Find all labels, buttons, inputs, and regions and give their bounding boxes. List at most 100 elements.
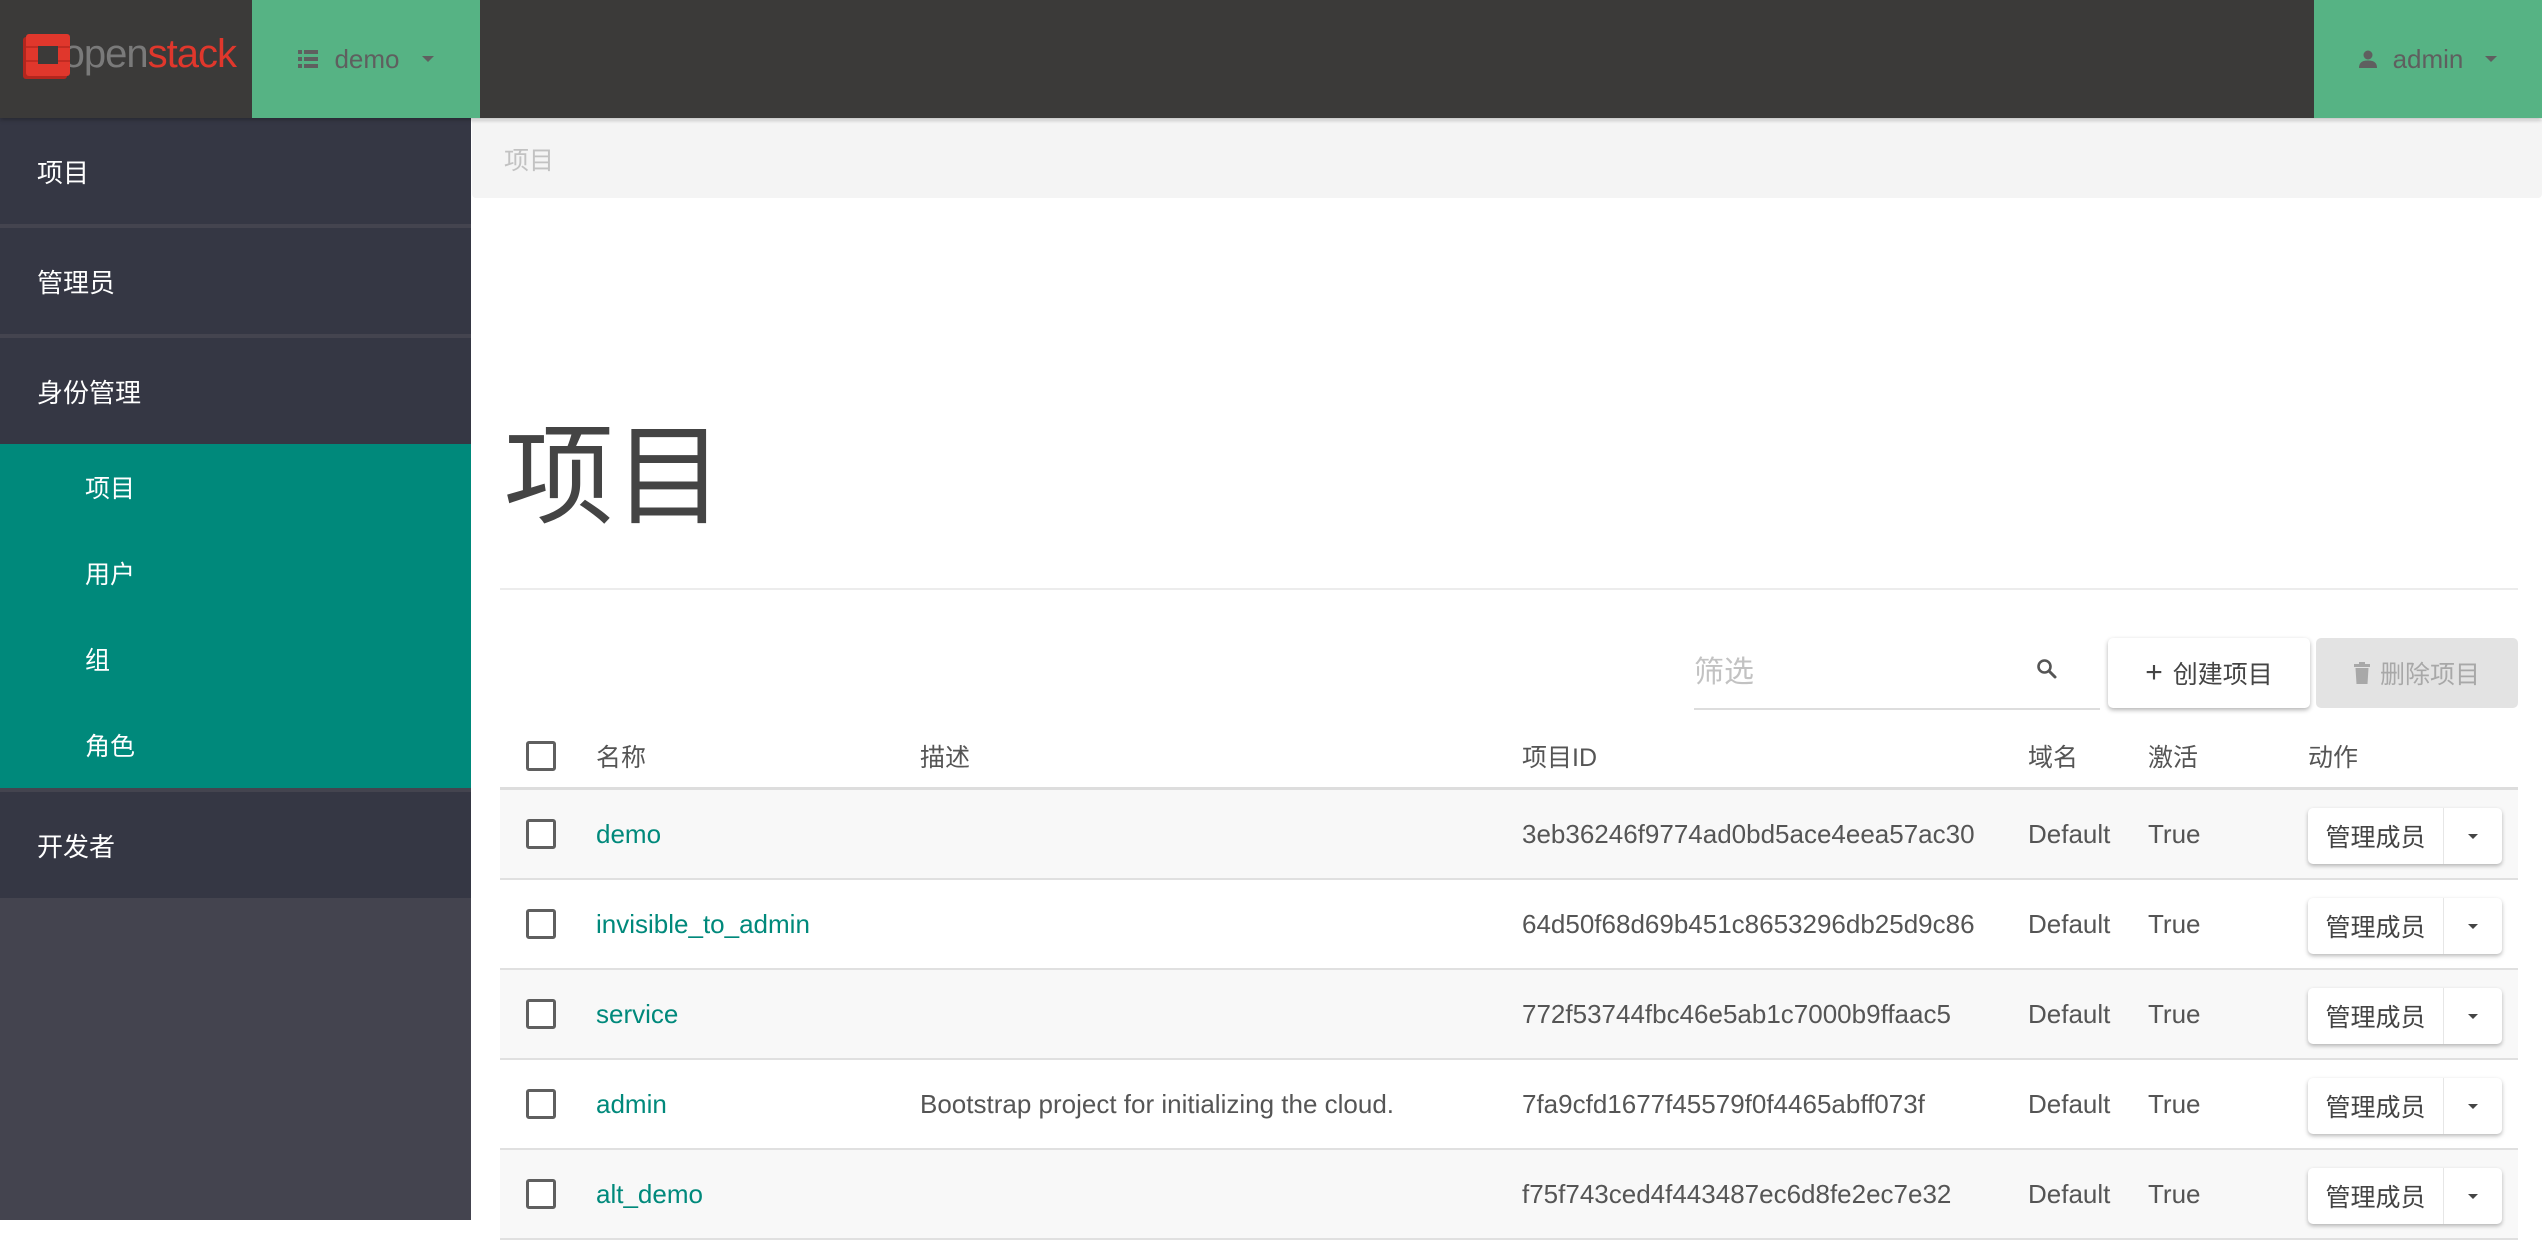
- projects-table: 名称 描述 项目ID 域名 激活 动作 demo 3eb36246f9774ad…: [500, 725, 2518, 1240]
- sidebar-subitem-roles[interactable]: 角色: [0, 702, 471, 788]
- project-domain: Default: [2028, 818, 2111, 849]
- table-row: invisible_to_admin 64d50f68d69b451c86532…: [500, 880, 2518, 970]
- table-row: service 772f53744fbc46e5ab1c7000b9ffaac5…: [500, 970, 2518, 1060]
- list-icon: [298, 50, 319, 68]
- user-menu-dropdown[interactable]: admin: [2314, 0, 2542, 118]
- delete-projects-button[interactable]: 删除项目: [2316, 638, 2518, 708]
- project-id: f75f743ced4f443487ec6d8fe2ec7e32: [1522, 1178, 1952, 1209]
- row-checkbox[interactable]: [526, 819, 556, 849]
- project-enabled: True: [2148, 998, 2201, 1029]
- openstack-logo-icon: [26, 32, 70, 76]
- caret-down-icon: [2468, 923, 2478, 929]
- sidebar-item-developer[interactable]: 开发者: [0, 792, 471, 898]
- title-divider: [500, 588, 2518, 590]
- project-selector-label: demo: [334, 43, 400, 74]
- project-id: 7fa9cfd1677f45579f0f4465abff073f: [1522, 1088, 1925, 1119]
- caret-down-icon: [2468, 833, 2478, 839]
- sidebar-item-project[interactable]: 项目: [0, 118, 471, 224]
- openstack-logo[interactable]: openstack: [26, 28, 237, 80]
- row-actions: 管理成员: [2308, 988, 2502, 1044]
- project-domain: Default: [2028, 1178, 2111, 1209]
- project-enabled: True: [2148, 1178, 2201, 1209]
- project-name-link[interactable]: service: [596, 999, 678, 1030]
- project-selector-dropdown[interactable]: demo: [252, 0, 480, 118]
- column-header-actions: 动作: [2308, 744, 2359, 772]
- delete-projects-label: 删除项目: [2379, 661, 2480, 689]
- column-header-name[interactable]: 名称: [596, 725, 646, 787]
- sidebar-item-admin[interactable]: 管理员: [0, 228, 471, 334]
- project-domain: Default: [2028, 998, 2111, 1029]
- filter-input[interactable]: [1694, 656, 2014, 690]
- sidebar-item-label: 开发者: [37, 831, 116, 862]
- create-project-label: 创建项目: [2172, 661, 2273, 689]
- row-actions: 管理成员: [2308, 808, 2502, 864]
- row-checkbox[interactable]: [526, 999, 556, 1029]
- table-row: alt_demo f75f743ced4f443487ec6d8fe2ec7e3…: [500, 1150, 2518, 1240]
- project-description: Bootstrap project for initializing the c…: [920, 1088, 1395, 1119]
- sidebar-subitem-label: 项目: [85, 475, 136, 503]
- filter-field: [1694, 638, 2100, 710]
- breadcrumb-current: 项目: [504, 147, 555, 175]
- project-id: 772f53744fbc46e5ab1c7000b9ffaac5: [1522, 998, 1951, 1029]
- sidebar-subitem-label: 用户: [85, 561, 136, 589]
- caret-down-icon: [2468, 1193, 2478, 1199]
- sidebar-item-label: 身份管理: [37, 377, 142, 408]
- logo-text-open: open: [62, 32, 149, 76]
- sidebar-subitem-label: 角色: [85, 733, 136, 761]
- sidebar-item-label: 项目: [37, 157, 90, 188]
- row-actions-dropdown-toggle[interactable]: [2444, 1078, 2502, 1134]
- logo-text-stack: stack: [147, 32, 237, 76]
- row-checkbox[interactable]: [526, 1089, 556, 1119]
- table-row: demo 3eb36246f9774ad0bd5ace4eea57ac30 De…: [500, 790, 2518, 880]
- row-actions-dropdown-toggle[interactable]: [2444, 988, 2502, 1044]
- caret-down-icon: [2468, 1013, 2478, 1019]
- table-row: admin Bootstrap project for initializing…: [500, 1060, 2518, 1150]
- project-id: 3eb36246f9774ad0bd5ace4eea57ac30: [1522, 818, 1975, 849]
- project-enabled: True: [2148, 1088, 2201, 1119]
- manage-members-button[interactable]: 管理成员: [2308, 1168, 2444, 1224]
- manage-members-button[interactable]: 管理成员: [2308, 988, 2444, 1044]
- plus-icon: +: [2145, 656, 2163, 689]
- chevron-down-icon: [421, 56, 434, 62]
- column-header-domain[interactable]: 域名: [2028, 725, 2078, 787]
- column-header-project-id[interactable]: 项目ID: [1522, 725, 1597, 787]
- breadcrumb: 项目: [472, 120, 2542, 198]
- row-actions-dropdown-toggle[interactable]: [2444, 1168, 2502, 1224]
- sidebar-subitem-projects[interactable]: 项目: [0, 444, 471, 530]
- table-header: 名称 描述 项目ID 域名 激活 动作: [500, 725, 2518, 790]
- user-icon: [2358, 50, 2377, 68]
- project-enabled: True: [2148, 908, 2201, 939]
- sidebar-subitem-groups[interactable]: 组: [0, 616, 471, 702]
- sidebar: 项目 管理员 身份管理 项目 用户 组 角色 开发者: [0, 118, 471, 1220]
- row-actions-dropdown-toggle[interactable]: [2444, 898, 2502, 954]
- caret-down-icon: [2468, 1103, 2478, 1109]
- sidebar-item-identity[interactable]: 身份管理: [0, 338, 471, 444]
- project-id: 64d50f68d69b451c8653296db25d9c86: [1522, 908, 1975, 939]
- row-checkbox[interactable]: [526, 909, 556, 939]
- project-name-link[interactable]: admin: [596, 1089, 667, 1120]
- row-checkbox[interactable]: [526, 1179, 556, 1209]
- user-menu-label: admin: [2392, 43, 2464, 74]
- top-navbar: openstack demo admin: [0, 0, 2542, 118]
- project-name-link[interactable]: demo: [596, 819, 661, 850]
- column-header-description[interactable]: 描述: [920, 725, 970, 787]
- project-name-link[interactable]: alt_demo: [596, 1179, 703, 1210]
- search-icon[interactable]: [2036, 658, 2058, 685]
- sidebar-subitem-users[interactable]: 用户: [0, 530, 471, 616]
- project-name-link[interactable]: invisible_to_admin: [596, 909, 810, 940]
- logo-text: openstack: [62, 32, 237, 76]
- manage-members-button[interactable]: 管理成员: [2308, 808, 2444, 864]
- manage-members-button[interactable]: 管理成员: [2308, 1078, 2444, 1134]
- page-title: 项目: [504, 416, 724, 539]
- row-actions-dropdown-toggle[interactable]: [2444, 808, 2502, 864]
- trash-icon: [2353, 662, 2370, 684]
- create-project-button[interactable]: + 创建项目: [2108, 638, 2310, 708]
- project-domain: Default: [2028, 1088, 2111, 1119]
- row-actions: 管理成员: [2308, 1168, 2502, 1224]
- sidebar-item-label: 管理员: [37, 267, 116, 298]
- row-actions: 管理成员: [2308, 1078, 2502, 1134]
- manage-members-button[interactable]: 管理成员: [2308, 898, 2444, 954]
- select-all-checkbox[interactable]: [526, 741, 556, 771]
- identity-submenu: 项目 用户 组 角色: [0, 444, 471, 788]
- column-header-enabled[interactable]: 激活: [2148, 725, 2198, 787]
